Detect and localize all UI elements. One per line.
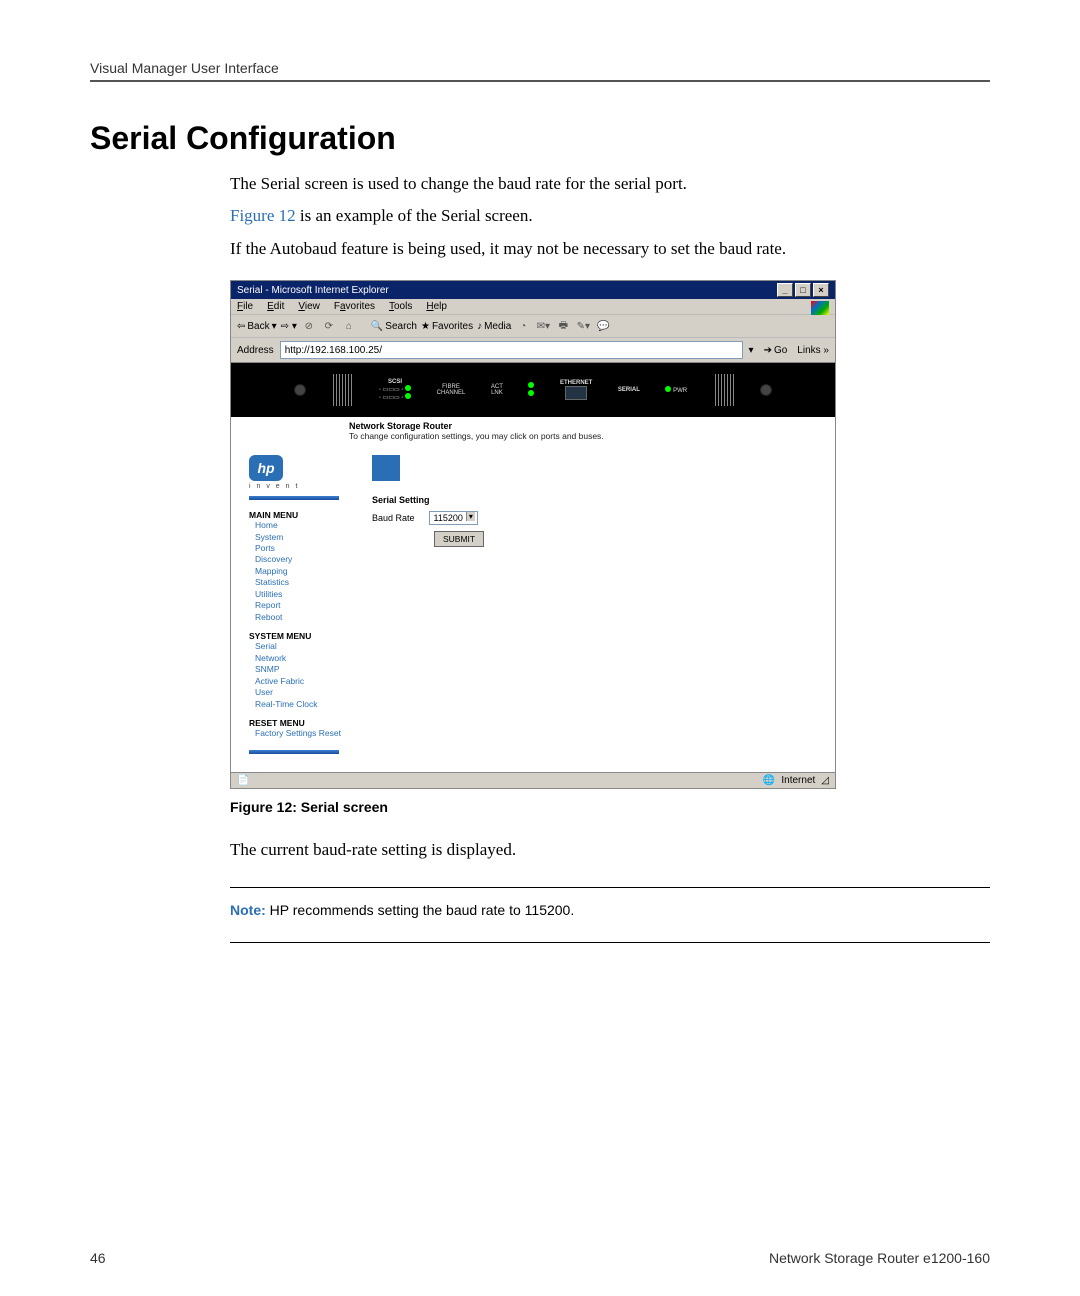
submit-button[interactable]: SUBMIT xyxy=(434,531,484,547)
menu-help[interactable]: Help xyxy=(426,301,447,312)
vent-lines xyxy=(331,374,353,406)
address-dropdown-icon[interactable]: ▾ xyxy=(749,345,754,356)
menu-favorites[interactable]: Favorites xyxy=(334,301,375,312)
hp-logo-icon: hp xyxy=(249,455,283,481)
search-button[interactable]: 🔍Search xyxy=(371,321,417,332)
address-label: Address xyxy=(237,345,274,356)
note-line: Note: HP recommends setting the baud rat… xyxy=(230,902,990,918)
nav-sidebar: hp i n v e n t MAIN MENU Home System Por… xyxy=(231,451,368,772)
page-number: 46 xyxy=(90,1250,106,1266)
resize-grip-icon[interactable]: ◿ xyxy=(821,775,829,786)
screw-icon xyxy=(294,384,306,396)
sidebar-rule xyxy=(249,750,339,754)
menu-edit[interactable]: Edit xyxy=(267,301,284,312)
media-button[interactable]: ♪Media xyxy=(477,321,511,332)
nav-system[interactable]: System xyxy=(249,532,364,543)
product-name: Network Storage Router e1200-160 xyxy=(769,1250,990,1266)
nav-active-fabric[interactable]: Active Fabric xyxy=(249,676,364,687)
nav-network[interactable]: Network xyxy=(249,653,364,664)
menu-tools[interactable]: Tools xyxy=(389,301,412,312)
nav-home[interactable]: Home xyxy=(249,520,364,531)
serial-form-title: Serial Setting xyxy=(372,495,825,505)
window-title: Serial - Microsoft Internet Explorer xyxy=(237,285,389,296)
nav-report[interactable]: Report xyxy=(249,600,364,611)
discuss-icon[interactable]: 💬 xyxy=(595,318,611,334)
nav-statistics[interactable]: Statistics xyxy=(249,577,364,588)
figure-caption: Figure 12: Serial screen xyxy=(230,799,990,815)
note-rule-top xyxy=(230,887,990,888)
nav-utilities[interactable]: Utilities xyxy=(249,589,364,600)
header-swatch xyxy=(372,455,400,481)
window-titlebar: Serial - Microsoft Internet Explorer _ □… xyxy=(231,281,835,299)
go-button[interactable]: ➔Go xyxy=(760,344,792,357)
edit-icon[interactable]: ✎▾ xyxy=(575,318,591,334)
stop-icon[interactable]: ⊘ xyxy=(301,318,317,334)
address-input[interactable]: http://192.168.100.25/ xyxy=(280,341,743,359)
nav-ports[interactable]: Ports xyxy=(249,543,364,554)
router-title: Network Storage Router xyxy=(349,421,827,431)
label-pwr: PWR xyxy=(673,388,687,394)
router-chassis-banner: SCSI ◦ ▭▭▭ ◦ ◦ ▭▭▭ ◦ FIBRE CHANNEL ACT L… xyxy=(231,363,835,417)
sidebar-rule xyxy=(249,496,339,500)
intro-paragraph-2-rest: is an example of the Serial screen. xyxy=(296,206,533,225)
serial-screenshot-figure: Serial - Microsoft Internet Explorer _ □… xyxy=(230,280,836,789)
nav-mapping[interactable]: Mapping xyxy=(249,566,364,577)
baud-rate-label: Baud Rate xyxy=(372,513,415,523)
favorites-button[interactable]: ★Favorites xyxy=(421,321,473,332)
screw-icon xyxy=(760,384,772,396)
intro-paragraph-2: Figure 12 is an example of the Serial sc… xyxy=(90,203,990,229)
label-fibre: FIBRE CHANNEL xyxy=(437,384,466,396)
vent-lines xyxy=(713,374,735,406)
forward-button[interactable]: ⇨ ▾ xyxy=(281,321,297,332)
maximize-icon[interactable]: □ xyxy=(795,283,811,297)
zone-internet-icon: 🌐 xyxy=(763,775,775,786)
note-label: Note: xyxy=(230,902,266,918)
back-button[interactable]: ⇦ Back ▾ xyxy=(237,321,277,332)
mail-icon[interactable]: ✉▾ xyxy=(535,318,551,334)
label-eth: ETHERNET xyxy=(560,380,592,386)
print-icon[interactable]: 🖶 xyxy=(555,318,571,334)
intro-paragraph-3: If the Autobaud feature is being used, i… xyxy=(90,236,990,262)
baud-rate-select[interactable]: 115200 xyxy=(429,511,478,525)
nav-reset-title: RESET MENU xyxy=(249,718,364,728)
nav-factory-reset[interactable]: Factory Settings Reset xyxy=(249,728,364,739)
address-bar: Address http://192.168.100.25/ ▾ ➔Go Lin… xyxy=(231,338,835,363)
note-rule-bottom xyxy=(230,942,990,943)
section-header: Visual Manager User Interface xyxy=(90,60,990,82)
nav-rtc[interactable]: Real-Time Clock xyxy=(249,699,364,710)
after-caption-paragraph: The current baud-rate setting is display… xyxy=(90,837,990,863)
menu-bar: File Edit View Favorites Tools Help xyxy=(231,299,835,315)
history-icon[interactable]: ◔ xyxy=(515,318,531,334)
nav-user[interactable]: User xyxy=(249,687,364,698)
nav-snmp[interactable]: SNMP xyxy=(249,664,364,675)
nav-serial[interactable]: Serial xyxy=(249,641,364,652)
label-act: ACT LNK xyxy=(491,384,503,396)
menu-file[interactable]: File xyxy=(237,301,253,312)
router-subtitle: To change configuration settings, you ma… xyxy=(349,431,827,441)
minimize-icon[interactable]: _ xyxy=(777,283,793,297)
menu-view[interactable]: View xyxy=(298,301,320,312)
nav-reboot[interactable]: Reboot xyxy=(249,612,364,623)
close-icon[interactable]: × xyxy=(813,283,829,297)
links-button[interactable]: Links » xyxy=(797,345,829,356)
main-content: Serial Setting Baud Rate 115200 SUBMIT xyxy=(368,451,835,772)
nav-main-title: MAIN MENU xyxy=(249,510,364,520)
nav-discovery[interactable]: Discovery xyxy=(249,554,364,565)
status-bar: 📄 🌐 Internet ◿ xyxy=(231,772,835,788)
refresh-icon[interactable]: ⟳ xyxy=(321,318,337,334)
label-serial: SERIAL xyxy=(618,387,640,393)
note-text: HP recommends setting the baud rate to 1… xyxy=(266,902,574,918)
home-icon[interactable]: ⌂ xyxy=(341,318,357,334)
status-zone: Internet xyxy=(781,775,815,786)
intro-paragraph-1: The Serial screen is used to change the … xyxy=(90,171,990,197)
windows-logo-icon xyxy=(811,301,829,315)
page-title: Serial Configuration xyxy=(90,120,990,157)
invent-label: i n v e n t xyxy=(249,483,364,490)
tool-bar: ⇦ Back ▾ ⇨ ▾ ⊘ ⟳ ⌂ 🔍Search ★Favorites ♪M… xyxy=(231,315,835,338)
status-page-icon: 📄 xyxy=(237,775,249,786)
figure-link[interactable]: Figure 12 xyxy=(230,206,296,225)
nav-system-title: SYSTEM MENU xyxy=(249,631,364,641)
